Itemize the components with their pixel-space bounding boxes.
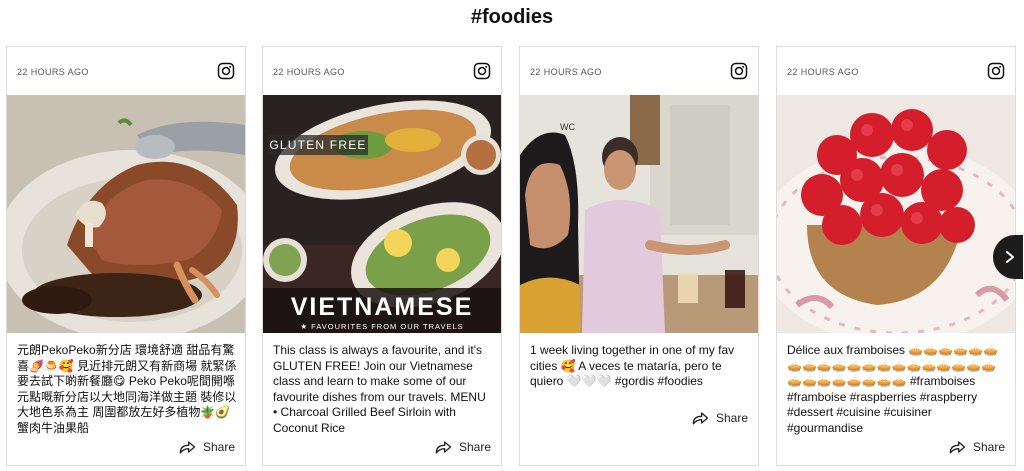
share-label: Share bbox=[972, 440, 1005, 454]
selfie-restaurant-photo[interactable]: WC bbox=[520, 95, 758, 333]
post-timestamp: 22 HOURS AGO bbox=[530, 67, 602, 77]
share-arrow-icon bbox=[949, 441, 966, 454]
share-button[interactable]: Share bbox=[690, 408, 748, 428]
post-caption: 1 week living together in one of my fav … bbox=[530, 343, 735, 388]
instagram-icon[interactable] bbox=[987, 62, 1005, 80]
post-card[interactable]: 22 HOURS AGO WC 1 week living together i… bbox=[519, 46, 759, 466]
share-button[interactable]: Share bbox=[177, 437, 235, 457]
share-arrow-icon bbox=[179, 441, 196, 454]
favourites-subline: ★ FAVOURITES FROM OUR TRAVELS bbox=[300, 322, 463, 331]
gluten-free-badge: GLUTEN FREE bbox=[269, 138, 366, 152]
post-header: 22 HOURS AGO bbox=[520, 47, 758, 95]
share-label: Share bbox=[202, 440, 235, 454]
instagram-feed: 22 HOURS AGO 元朗PekoPeko新分店 環境舒適 甜品有驚喜🍠🍮🥰… bbox=[6, 46, 1018, 466]
instagram-icon[interactable] bbox=[730, 62, 748, 80]
share-button[interactable]: Share bbox=[433, 437, 491, 457]
wc-sign: WC bbox=[560, 122, 575, 132]
post-caption: 元朗PekoPeko新分店 環境舒適 甜品有驚喜🍠🍮🥰 見近排元朗又有新商場 就… bbox=[17, 343, 237, 435]
post-card[interactable]: 22 HOURS AGO bbox=[776, 46, 1016, 466]
share-arrow-icon bbox=[435, 441, 452, 454]
post-card[interactable]: 22 HOURS AGO bbox=[6, 46, 246, 466]
instagram-icon[interactable] bbox=[473, 62, 491, 80]
chocolate-dessert-photo[interactable] bbox=[7, 95, 245, 333]
post-timestamp: 22 HOURS AGO bbox=[787, 67, 859, 77]
share-button[interactable]: Share bbox=[947, 437, 1005, 457]
vietnamese-headline: VIETNAMESE bbox=[291, 293, 474, 321]
share-arrow-icon bbox=[692, 412, 709, 425]
post-header: 22 HOURS AGO bbox=[7, 47, 245, 95]
share-label: Share bbox=[715, 411, 748, 425]
raspberry-tart-photo[interactable] bbox=[777, 95, 1015, 333]
vietnamese-food-photo[interactable]: GLUTEN FREE VIETNAMESE ★ FAVOURITES FROM… bbox=[263, 95, 501, 333]
share-label: Share bbox=[458, 440, 491, 454]
post-header: 22 HOURS AGO bbox=[263, 47, 501, 95]
chevron-right-icon bbox=[1006, 251, 1014, 263]
post-timestamp: 22 HOURS AGO bbox=[17, 67, 89, 77]
page-title: #foodies bbox=[470, 6, 554, 28]
post-card[interactable]: 22 HOURS AGO bbox=[262, 46, 502, 466]
instagram-icon[interactable] bbox=[217, 62, 235, 80]
post-timestamp: 22 HOURS AGO bbox=[273, 67, 345, 77]
post-caption: This class is always a favourite, and it… bbox=[273, 343, 486, 435]
post-header: 22 HOURS AGO bbox=[777, 47, 1015, 95]
post-caption: Délice aux framboises 🥧🥧🥧🥧🥧🥧🥧🥧🥧🥧🥧🥧🥧🥧🥧🥧🥧🥧… bbox=[787, 343, 999, 435]
